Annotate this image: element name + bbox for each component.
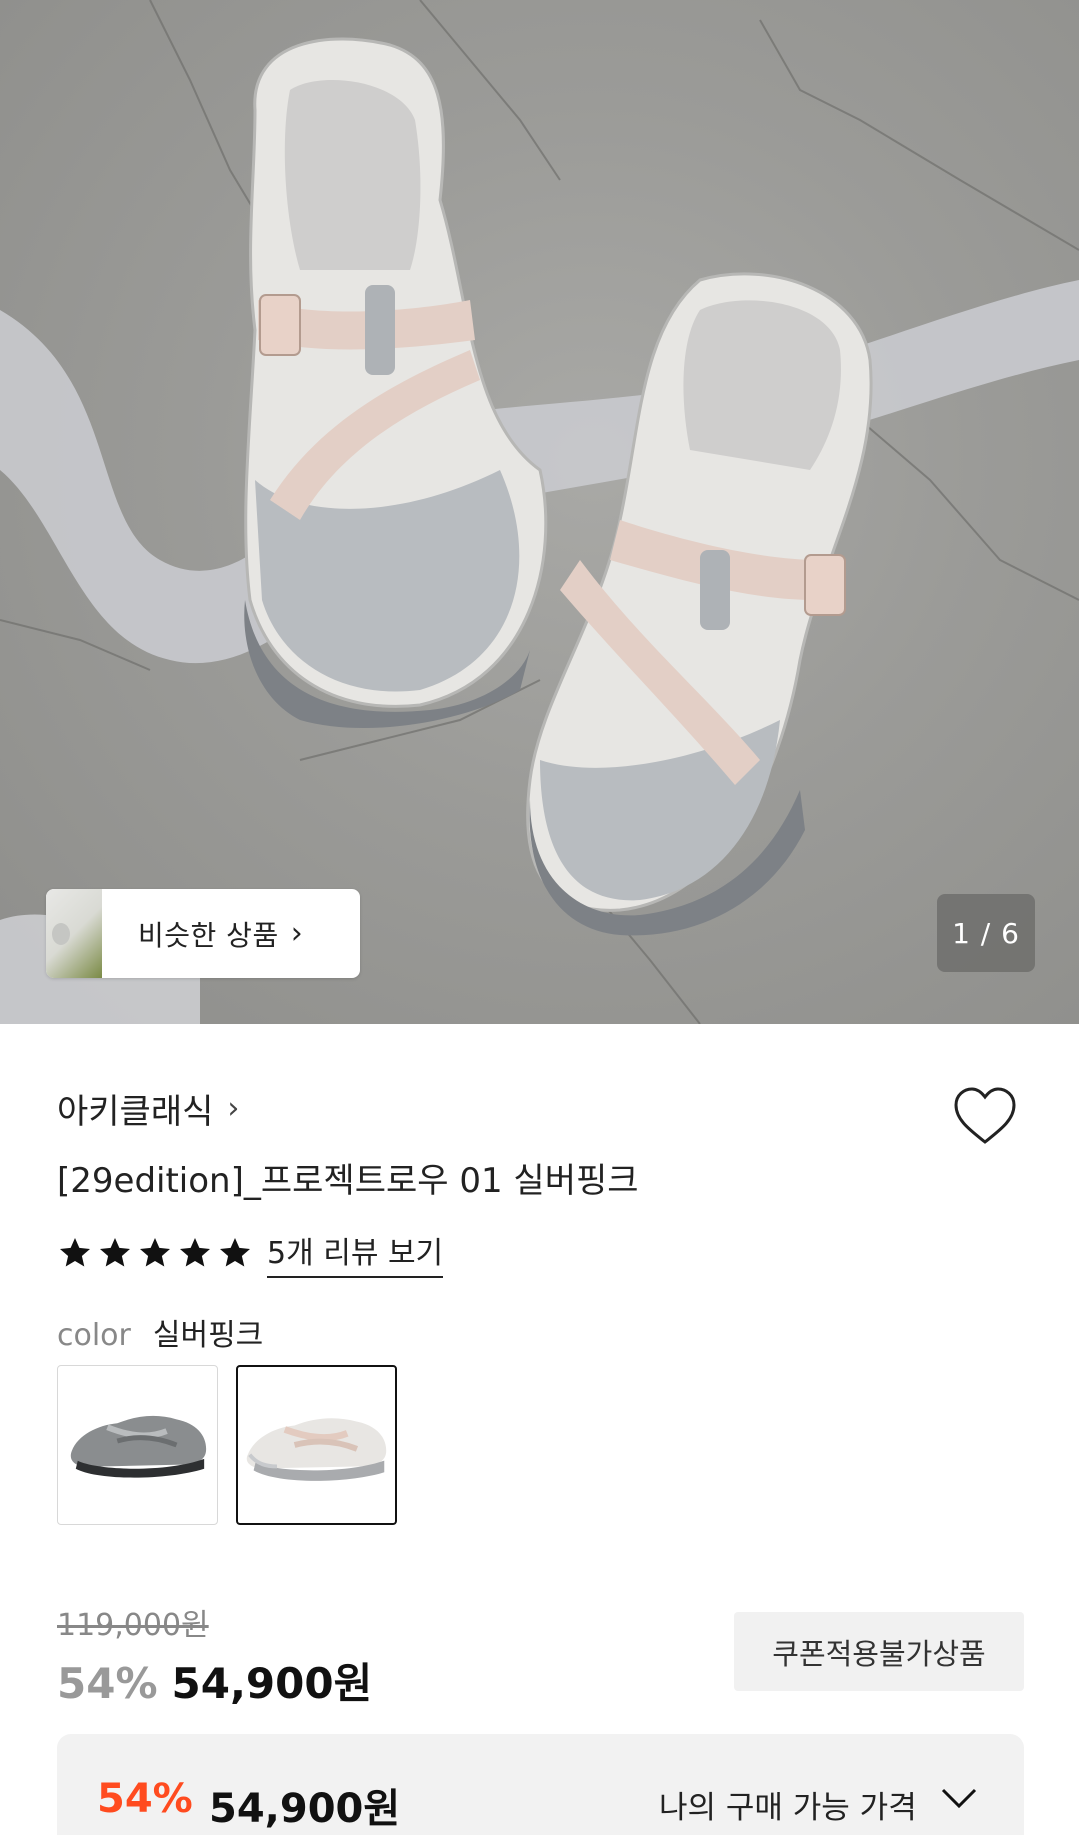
similar-products-button[interactable]: 비슷한 상품 ›: [46, 889, 360, 978]
color-label: color: [57, 1318, 131, 1353]
brand-link[interactable]: 아키클래식 ›: [57, 1084, 239, 1133]
my-purchase-price-label: 나의 구매 가능 가격: [659, 1790, 917, 1826]
similar-product-thumbnail: [46, 889, 102, 978]
star-filled-icon: [220, 1238, 250, 1267]
my-purchase-price: 54,900원: [209, 1786, 401, 1832]
grey-shoe-thumbnail: [70, 1415, 207, 1478]
color-swatch-silver-pink[interactable]: [236, 1365, 397, 1525]
product-image-carousel[interactable]: 비슷한 상품 › 1 / 6: [0, 0, 1079, 1024]
price-row: 54% 54,900원: [57, 1650, 372, 1711]
my-discount-rate: 54%: [97, 1776, 193, 1822]
original-price: 119,000원: [57, 1608, 209, 1643]
sale-price: 54,900원: [171, 1659, 373, 1708]
color-option-row: color 실버핑크: [57, 1310, 263, 1354]
coupon-not-applicable-badge: 쿠폰적용불가상품: [734, 1612, 1024, 1691]
silver-pink-shoe-thumbnail: [246, 1418, 387, 1481]
rating-row: 5개 리뷰 보기: [57, 1228, 444, 1278]
chevron-down-icon[interactable]: [937, 1778, 981, 1818]
brand-name: 아키클래식: [57, 1092, 214, 1132]
discount-rate: 54%: [57, 1659, 158, 1708]
star-filled-icon: [60, 1238, 90, 1267]
star-filled-icon: [180, 1238, 210, 1267]
star-filled-icon: [100, 1238, 130, 1267]
wishlist-button[interactable]: [950, 1084, 1020, 1148]
chevron-right-icon: ›: [227, 1091, 240, 1126]
heart-outline-icon: [954, 1087, 1016, 1144]
product-photo: [0, 0, 1079, 1024]
product-title: [29edition]_프로젝트로우 01 실버핑크: [57, 1161, 639, 1201]
left-shoe-graphic: [244, 37, 548, 729]
similar-products-label: 비슷한 상품: [138, 918, 279, 952]
color-value: 실버핑크: [152, 1318, 264, 1353]
image-page-counter: 1 / 6: [937, 894, 1035, 972]
my-purchase-price-panel[interactable]: 54% 54,900원 나의 구매 가능 가격: [57, 1734, 1024, 1835]
color-swatch-grey[interactable]: [57, 1365, 218, 1525]
star-filled-icon: [140, 1238, 170, 1267]
chevron-right-icon: ›: [290, 916, 303, 951]
reviews-link[interactable]: 5개 리뷰 보기: [267, 1228, 444, 1278]
right-shoe-graphic: [526, 272, 873, 936]
star-rating: [57, 1235, 253, 1271]
